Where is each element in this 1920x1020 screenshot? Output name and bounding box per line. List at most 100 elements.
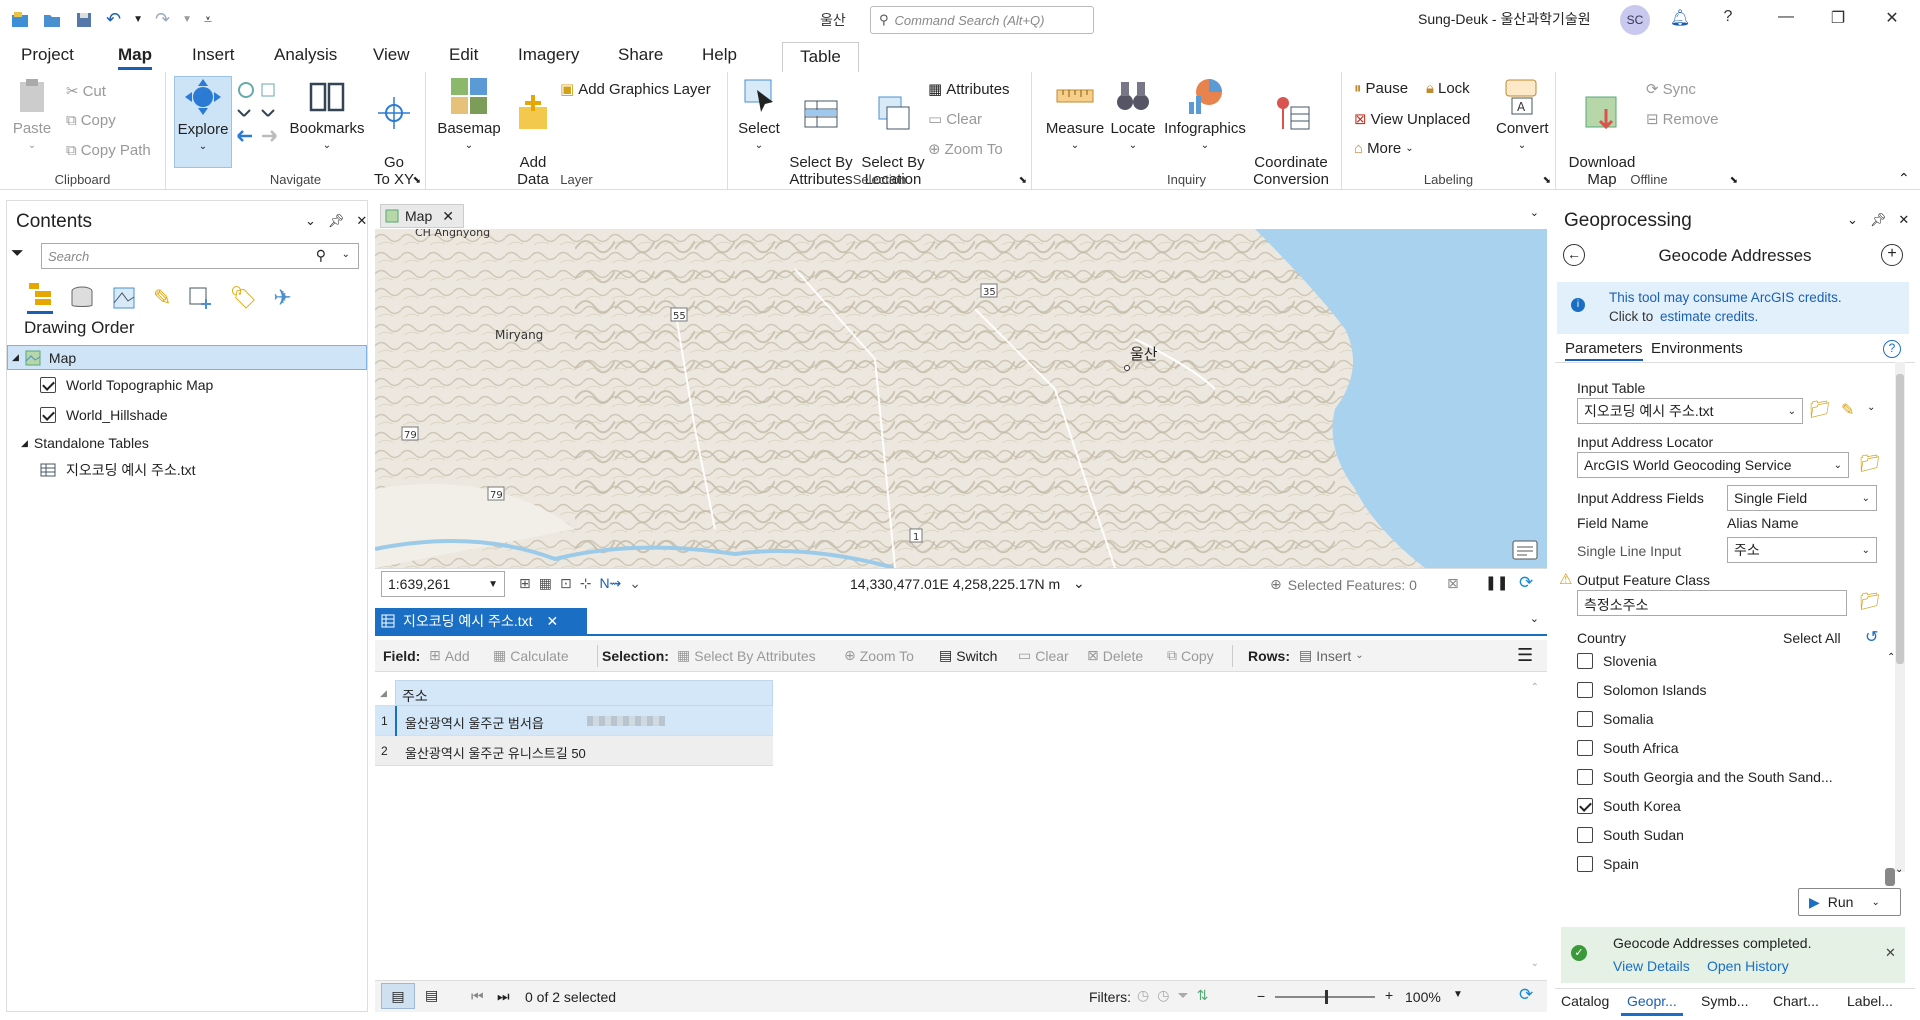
- list-by-selection-icon[interactable]: [111, 285, 137, 311]
- select-all-link[interactable]: Select All: [1783, 630, 1841, 646]
- status-tools-dropdown-icon[interactable]: ⌄: [629, 575, 641, 592]
- search-options-icon[interactable]: ⌄: [342, 249, 350, 260]
- layer-item-world-hillshade[interactable]: World_Hillshade: [40, 407, 168, 423]
- tab-insert[interactable]: Insert: [192, 45, 235, 65]
- copy-button[interactable]: ⧉ Copy: [66, 112, 116, 129]
- table-item[interactable]: 지오코딩 예시 주소.txt: [40, 460, 196, 480]
- select-button[interactable]: Select ⌄: [736, 76, 782, 154]
- geo-scrollbar[interactable]: [1895, 362, 1905, 872]
- notification-bell-icon[interactable]: 🔔︎: [1668, 8, 1692, 32]
- restore-icon[interactable]: ❐: [1826, 8, 1850, 32]
- scroll-down-icon[interactable]: ⌄: [1531, 958, 1539, 969]
- collapse-arrow-icon[interactable]: ◢: [21, 438, 28, 449]
- open-project-icon[interactable]: [42, 10, 62, 30]
- clear-selection-button[interactable]: ▭ Clear: [928, 110, 982, 129]
- user-name[interactable]: Sung-Deuk - 울산과학기술원: [1418, 9, 1591, 29]
- table-view-tab[interactable]: 지오코딩 예시 주소.txt ✕: [375, 608, 587, 634]
- map-view-tab[interactable]: Map ✕: [380, 204, 464, 228]
- country-checkbox[interactable]: [1577, 653, 1593, 669]
- labeling-launcher-icon[interactable]: ⬊: [1543, 175, 1551, 186]
- scroll-up-icon[interactable]: ⌃: [1531, 682, 1539, 693]
- list-by-labeling-icon[interactable]: 🏷︎: [229, 285, 257, 311]
- coordinate-format-dropdown-icon[interactable]: ⌄: [1073, 575, 1085, 592]
- reset-icon[interactable]: ↺: [1865, 627, 1878, 647]
- table-zoom-to-button[interactable]: ⊕ Zoom To: [844, 647, 914, 664]
- close-icon[interactable]: ✕: [1880, 8, 1904, 32]
- layer-visibility-checkbox[interactable]: [40, 377, 56, 393]
- lock-labels-button[interactable]: 🔒︎ Lock: [1426, 80, 1470, 97]
- country-item[interactable]: Spain: [1577, 853, 1639, 875]
- tab-edit[interactable]: Edit: [449, 45, 478, 65]
- country-checkbox[interactable]: [1577, 711, 1593, 727]
- tab-help[interactable]: Help: [702, 45, 737, 65]
- bookmarks-button[interactable]: Bookmarks ⌄: [288, 76, 366, 154]
- filter-sort-icon[interactable]: ⇅: [1197, 987, 1209, 1004]
- basemap-button[interactable]: Basemap ⌄: [436, 76, 502, 154]
- new-project-icon[interactable]: [10, 10, 30, 30]
- grid-icon[interactable]: ▦: [539, 575, 552, 592]
- view-details-link[interactable]: View Details: [1613, 958, 1690, 974]
- minimize-icon[interactable]: —: [1774, 8, 1798, 32]
- command-search-input[interactable]: ⚲ Command Search (Alt+Q): [870, 6, 1094, 34]
- pane-options-icon[interactable]: ⌄: [305, 213, 316, 229]
- filter-extent-icon[interactable]: ◷: [1137, 987, 1149, 1004]
- pause-labeling-button[interactable]: ⏸ Pause: [1354, 80, 1408, 97]
- insert-row-button[interactable]: ▤ Insert ⌄: [1299, 647, 1364, 664]
- selection-launcher-icon[interactable]: ⬊: [1019, 175, 1027, 186]
- pin-icon[interactable]: 📌︎: [328, 213, 345, 229]
- pane-tab-chart[interactable]: Chart...: [1773, 993, 1819, 1009]
- zoom-level-dropdown-icon[interactable]: ▼: [1453, 989, 1463, 1000]
- zoom-to-selection-button[interactable]: ⊕ Zoom To: [928, 140, 1003, 159]
- tab-environments[interactable]: Environments: [1651, 340, 1743, 357]
- offline-launcher-icon[interactable]: ⬊: [1730, 175, 1738, 186]
- country-checkbox[interactable]: [1577, 827, 1593, 843]
- open-history-link[interactable]: Open History: [1707, 958, 1789, 974]
- select-all-corner[interactable]: ◢: [375, 680, 395, 706]
- attributes-button[interactable]: ▦ Attributes: [928, 80, 1010, 99]
- address-cell[interactable]: 울산광역시 울주군 범서읍: [405, 713, 544, 732]
- browse-folder-icon[interactable]: 📁︎: [1859, 592, 1881, 612]
- collapse-arrow-icon[interactable]: ◢: [12, 352, 19, 363]
- table-clear-button[interactable]: ▭ Clear: [1018, 647, 1069, 664]
- navigate-launcher-icon[interactable]: ⬊: [413, 175, 421, 186]
- tab-map[interactable]: Map: [118, 45, 152, 70]
- close-pane-icon[interactable]: ✕: [1898, 212, 1909, 228]
- last-record-icon[interactable]: ⏭: [497, 988, 510, 1005]
- output-feature-class-input[interactable]: 측정소주소: [1577, 590, 1847, 616]
- copy-rows-button[interactable]: ⧉ Copy: [1167, 647, 1214, 664]
- map-overview-icon[interactable]: [1512, 540, 1538, 560]
- list-by-source-icon[interactable]: [69, 285, 95, 311]
- fixed-zoom-icon[interactable]: ⊞: [519, 575, 531, 592]
- remove-button[interactable]: ⊟ Remove: [1646, 110, 1718, 129]
- tab-view[interactable]: View: [373, 45, 410, 65]
- map-tab-options-icon[interactable]: ⌄: [1530, 206, 1539, 219]
- locate-button[interactable]: Locate ⌄: [1108, 76, 1158, 154]
- close-table-tab-icon[interactable]: ✕: [547, 613, 559, 630]
- table-select-by-attributes-button[interactable]: ▦ Select By Attributes: [677, 647, 816, 664]
- list-by-perspective-imagery-icon[interactable]: ✈: [273, 285, 291, 311]
- constraint-icon[interactable]: ⊹: [580, 575, 592, 592]
- redo-icon[interactable]: ↷: [155, 9, 170, 30]
- clear-selection-status-icon[interactable]: ⊠: [1447, 575, 1459, 592]
- redo-dropdown-icon[interactable]: ▼: [182, 14, 192, 25]
- pause-drawing-icon[interactable]: ❚❚: [1485, 574, 1508, 591]
- filter-icon[interactable]: ⏷: [11, 245, 24, 263]
- explore-button[interactable]: Explore ⌄: [174, 76, 232, 168]
- country-item[interactable]: South Korea: [1577, 795, 1681, 817]
- tab-table[interactable]: Table: [782, 42, 859, 72]
- convert-button[interactable]: A Convert ⌄: [1496, 76, 1549, 154]
- search-icon[interactable]: ⚲: [316, 247, 326, 264]
- pane-tab-catalog[interactable]: Catalog: [1561, 993, 1609, 1009]
- show-all-records-icon[interactable]: ▤: [381, 983, 415, 1009]
- zoom-out-icon[interactable]: −: [1257, 988, 1265, 1004]
- first-record-icon[interactable]: ⏮: [471, 988, 484, 1005]
- sql-pencil-icon[interactable]: ✎: [1841, 400, 1854, 420]
- country-item[interactable]: Slovenia: [1577, 650, 1657, 672]
- delete-rows-button[interactable]: ⊠ Delete: [1087, 647, 1143, 664]
- browse-folder-icon[interactable]: 📁︎: [1809, 400, 1831, 420]
- avatar[interactable]: SC: [1620, 5, 1650, 35]
- country-checkbox[interactable]: [1577, 682, 1593, 698]
- country-checkbox[interactable]: [1577, 769, 1593, 785]
- view-unplaced-button[interactable]: ⊠ View Unplaced: [1354, 110, 1470, 129]
- address-fields-dropdown[interactable]: Single Field ⌄: [1727, 485, 1877, 511]
